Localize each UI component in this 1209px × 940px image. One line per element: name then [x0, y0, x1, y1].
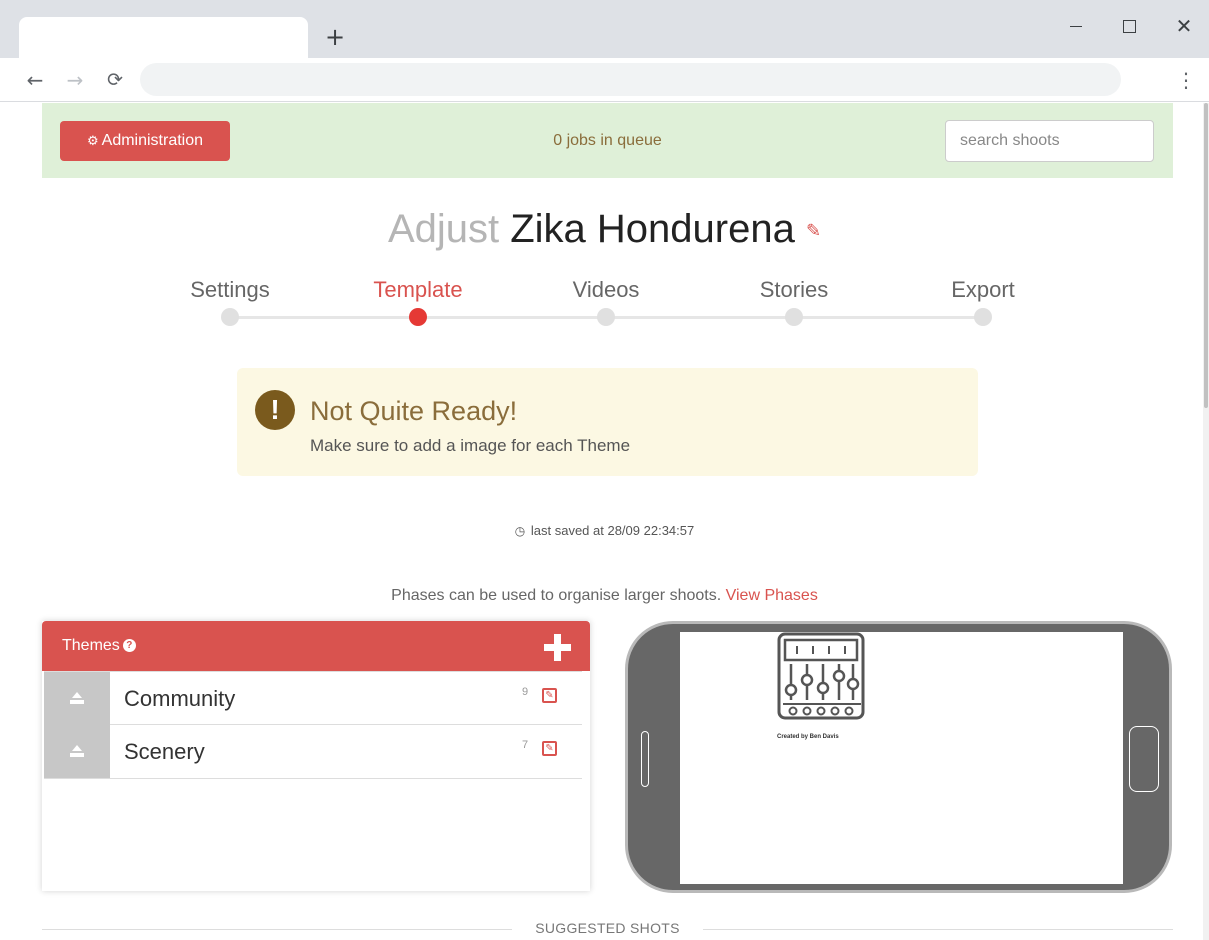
reload-icon[interactable]: ⟳ [101, 66, 129, 94]
close-window-button[interactable]: ✕ [1170, 14, 1198, 38]
themes-title: Themes? [62, 621, 136, 671]
step-dot [974, 308, 992, 326]
alert-message: Make sure to add a image for each Theme [310, 436, 631, 455]
upload-image-button[interactable] [44, 725, 110, 778]
step-dot [597, 308, 615, 326]
themes-header: Themes? [42, 621, 590, 671]
top-status-bar: 0 jobs in queue ⚙ Administration [42, 103, 1173, 178]
step-dot [221, 308, 239, 326]
shoot-name: Zika Hondurena [510, 207, 795, 251]
back-arrow-icon[interactable]: ← [21, 66, 49, 94]
theme-name: Scenery [124, 739, 205, 764]
title-prefix: Adjust [387, 207, 500, 251]
suggested-shots-label: SUGGESTED SHOTS [535, 920, 680, 936]
phone-home-button [1129, 726, 1159, 792]
divider-line [703, 929, 1173, 930]
browser-titlebar: + ✕ [0, 0, 1209, 58]
upload-icon [70, 745, 84, 758]
phases-note: Phases can be used to organise larger sh… [0, 587, 1209, 605]
step-videos[interactable]: Videos [516, 276, 696, 326]
wizard-steps: Settings Template Videos Stories Export [0, 276, 1209, 336]
clock-icon: ◷ [514, 524, 526, 538]
phone-preview: Created by Ben Davis [625, 621, 1172, 893]
edit-icon[interactable]: ✎ [542, 688, 557, 703]
theme-name: Community [124, 686, 236, 711]
theme-row-community[interactable]: Community 9 ✎ [44, 671, 582, 725]
theme-row-scenery[interactable]: Scenery 7 ✎ [44, 725, 582, 779]
add-theme-icon[interactable] [544, 634, 571, 661]
edit-icon[interactable]: ✎ [542, 741, 557, 756]
gears-icon: ⚙ [86, 134, 99, 149]
theme-count: 9 [522, 686, 529, 698]
pencil-icon[interactable]: ✎ [806, 220, 821, 241]
forward-arrow-icon[interactable]: → [61, 66, 89, 94]
help-icon[interactable]: ? [122, 639, 136, 653]
step-export[interactable]: Export [893, 276, 1073, 326]
browser-toolbar: ← → ⟳ ⋮ [0, 58, 1209, 102]
step-label: Videos [572, 277, 640, 302]
themes-title-text: Themes [62, 637, 120, 654]
view-phases-link[interactable]: View Phases [726, 587, 818, 604]
scrollbar-thumb[interactable] [1204, 103, 1208, 408]
phases-text: Phases can be used to organise larger sh… [391, 587, 722, 604]
not-ready-alert: ! Not Quite Ready! Make sure to add a im… [237, 368, 978, 476]
phone-speaker [641, 731, 649, 787]
themes-panel: Themes? Community 9 ✎ Scenery 7 ✎ [42, 621, 590, 891]
step-dot [785, 308, 803, 326]
search-shoots-input[interactable] [945, 120, 1154, 162]
phone-screen: Created by Ben Davis [680, 632, 1123, 884]
exclamation-icon: ! [255, 390, 295, 430]
upload-icon [70, 692, 84, 705]
new-tab-button[interactable]: + [322, 24, 348, 50]
page-title: Adjust Zika Hondurena ✎ [0, 205, 1209, 255]
administration-button[interactable]: ⚙ Administration [60, 121, 230, 161]
step-dot-active [409, 308, 427, 326]
minimize-button[interactable] [1062, 14, 1090, 38]
browser-menu-icon[interactable]: ⋮ [1172, 66, 1200, 94]
maximize-button[interactable] [1115, 14, 1143, 38]
browser-tab[interactable] [19, 17, 308, 58]
step-label: Stories [759, 277, 829, 302]
theme-count: 7 [522, 739, 529, 751]
step-label: Export [951, 277, 1015, 302]
suggested-shots-divider: SUGGESTED SHOTS [42, 920, 1173, 940]
administration-label: Administration [101, 132, 204, 149]
icon-credit: Created by Ben Davis [777, 734, 839, 740]
last-saved-text: last saved at 28/09 22:34:57 [530, 523, 695, 538]
upload-image-button[interactable] [44, 672, 110, 725]
step-label: Settings [190, 277, 270, 302]
step-stories[interactable]: Stories [704, 276, 884, 326]
alert-title: Not Quite Ready! [310, 396, 518, 426]
address-bar[interactable] [140, 63, 1121, 96]
mixer-sliders-icon [777, 632, 865, 720]
last-saved: ◷ last saved at 28/09 22:34:57 [0, 523, 1209, 538]
step-label: Template [373, 277, 463, 302]
step-template[interactable]: Template [328, 276, 508, 326]
step-settings[interactable]: Settings [140, 276, 320, 326]
